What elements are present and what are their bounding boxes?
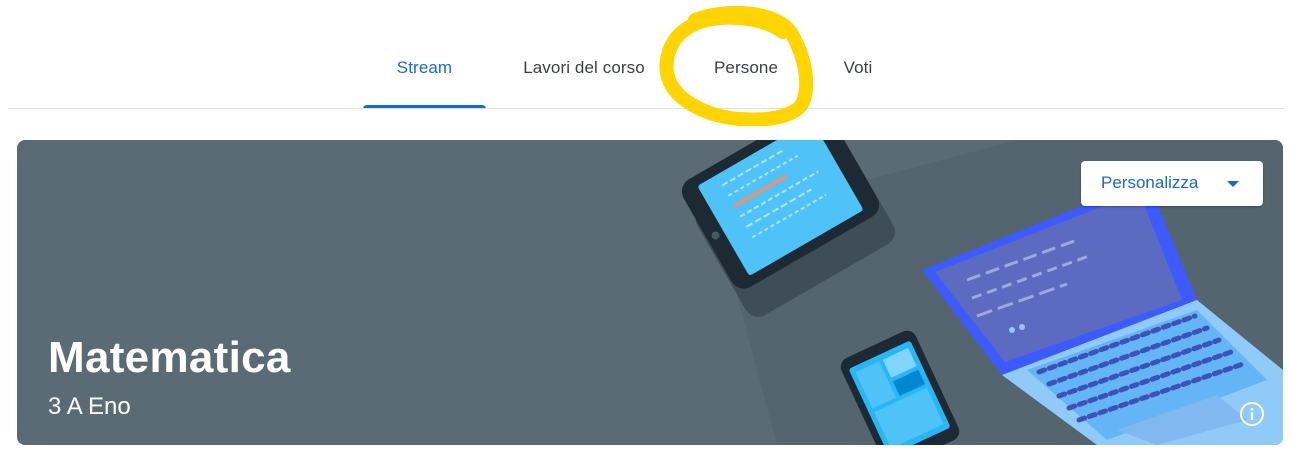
tab-people-label: Persone bbox=[713, 58, 779, 77]
tab-grades-label: Voti bbox=[843, 58, 873, 77]
tab-stream[interactable]: Stream bbox=[363, 46, 486, 109]
course-title: Matematica bbox=[48, 333, 291, 382]
arrow-drop-down-icon bbox=[1227, 181, 1239, 187]
tab-people[interactable]: Persone bbox=[692, 46, 800, 108]
info-icon[interactable] bbox=[1239, 401, 1265, 427]
tab-grades[interactable]: Voti bbox=[820, 46, 896, 108]
course-section: 3 A Eno bbox=[48, 393, 131, 420]
customize-button[interactable]: Personalizza bbox=[1081, 161, 1263, 206]
customize-button-label: Personalizza bbox=[1101, 173, 1199, 192]
course-tabs: Stream Lavori del corso Persone Voti bbox=[0, 0, 1290, 126]
tab-classwork-label: Lavori del corso bbox=[523, 58, 645, 77]
tab-stream-label: Stream bbox=[396, 58, 453, 77]
tabbar-divider bbox=[8, 108, 1284, 109]
tab-classwork[interactable]: Lavori del corso bbox=[503, 46, 665, 108]
course-banner: Matematica 3 A Eno Personalizza bbox=[17, 140, 1283, 445]
